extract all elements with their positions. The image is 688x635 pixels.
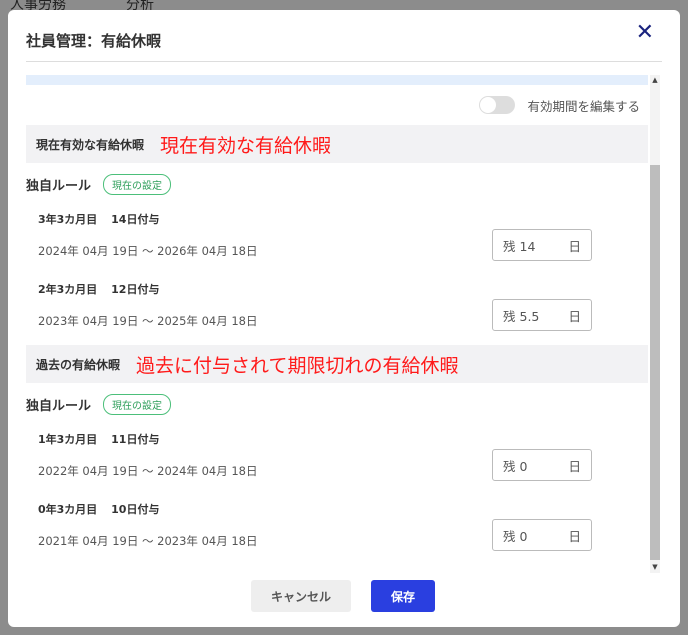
status-badge: 現在の設定 [103,393,172,415]
rule-name: 独自ルール [26,398,92,414]
remain-value: 0 [519,528,528,544]
scroll-up-icon[interactable]: ▲ [650,76,660,84]
leave-item: 1年3カ月目 11日付与 2022年 04月 19日 〜 2024年 04月 1… [26,425,648,495]
status-badge: 現在の設定 [103,173,172,195]
tenure: 2年3カ月目 [38,283,98,296]
unit: 日 [568,458,581,474]
remain-prefix: 残 [503,528,516,544]
cancel-button[interactable]: キャンセル [251,580,351,612]
section-annotation: 現在有効な有給休暇 [160,134,332,157]
leave-item: 2年3カ月目 12日付与 2023年 04月 19日 〜 2025年 04月 1… [26,275,648,345]
section-title: 現在有効な有給休暇 [36,137,145,152]
rule-row: 独自ルール 現在の設定 [26,163,648,205]
divider [26,61,662,62]
granted-days: 11日付与 [111,433,160,446]
section-header: 現在有効な有給休暇 現在有効な有給休暇 [26,125,648,163]
remain-value: 5.5 [519,308,540,324]
modal-content: 有効期間を編集する 現在有効な有給休暇 現在有効な有給休暇 独自ルール 現在の設… [26,75,648,573]
remain-value: 0 [519,458,528,474]
remaining-days-input[interactable]: 残 5.5 日 [492,299,592,331]
scrollbar-thumb[interactable] [650,165,660,560]
scroll-down-icon[interactable]: ▼ [650,563,660,571]
modal-title: 社員管理：有給休暇 [26,32,162,50]
close-icon[interactable]: ✕ [636,20,654,45]
toggle-label: 有効期間を編集する [527,98,640,114]
remaining-days-input[interactable]: 残 0 日 [492,449,592,481]
granted-days: 14日付与 [111,213,160,226]
section-header: 過去の有給休暇 過去に付与されて期限切れの有給休暇 [26,345,648,383]
save-button[interactable]: 保存 [371,580,435,612]
section-annotation: 過去に付与されて期限切れの有給休暇 [136,354,459,377]
paid-leave-modal: 社員管理：有給休暇 ✕ 有効期間を編集する 現在有効な有給休暇 現在有効な有給休… [8,10,680,627]
unit: 日 [568,308,581,324]
section-title: 過去の有給休暇 [36,357,121,372]
tenure: 3年3カ月目 [38,213,98,226]
tenure: 1年3カ月目 [38,433,98,446]
leave-item: 3年3カ月目 14日付与 2024年 04月 19日 〜 2026年 04月 1… [26,205,648,275]
unit: 日 [568,238,581,254]
edit-period-toggle[interactable] [479,96,516,114]
remain-value: 14 [519,238,536,254]
rule-name: 独自ルール [26,178,92,194]
granted-days: 10日付与 [111,503,160,516]
unit: 日 [568,528,581,544]
granted-days: 12日付与 [111,283,160,296]
remain-prefix: 残 [503,308,516,324]
remaining-days-input[interactable]: 残 0 日 [492,519,592,551]
tenure: 0年3カ月目 [38,503,98,516]
leave-item: 0年3カ月目 10日付与 2021年 04月 19日 〜 2023年 04月 1… [26,495,648,565]
remaining-days-input[interactable]: 残 14 日 [492,229,592,261]
remain-prefix: 残 [503,458,516,474]
remain-prefix: 残 [503,238,516,254]
rule-row: 独自ルール 現在の設定 [26,383,648,425]
info-bar [26,75,648,85]
